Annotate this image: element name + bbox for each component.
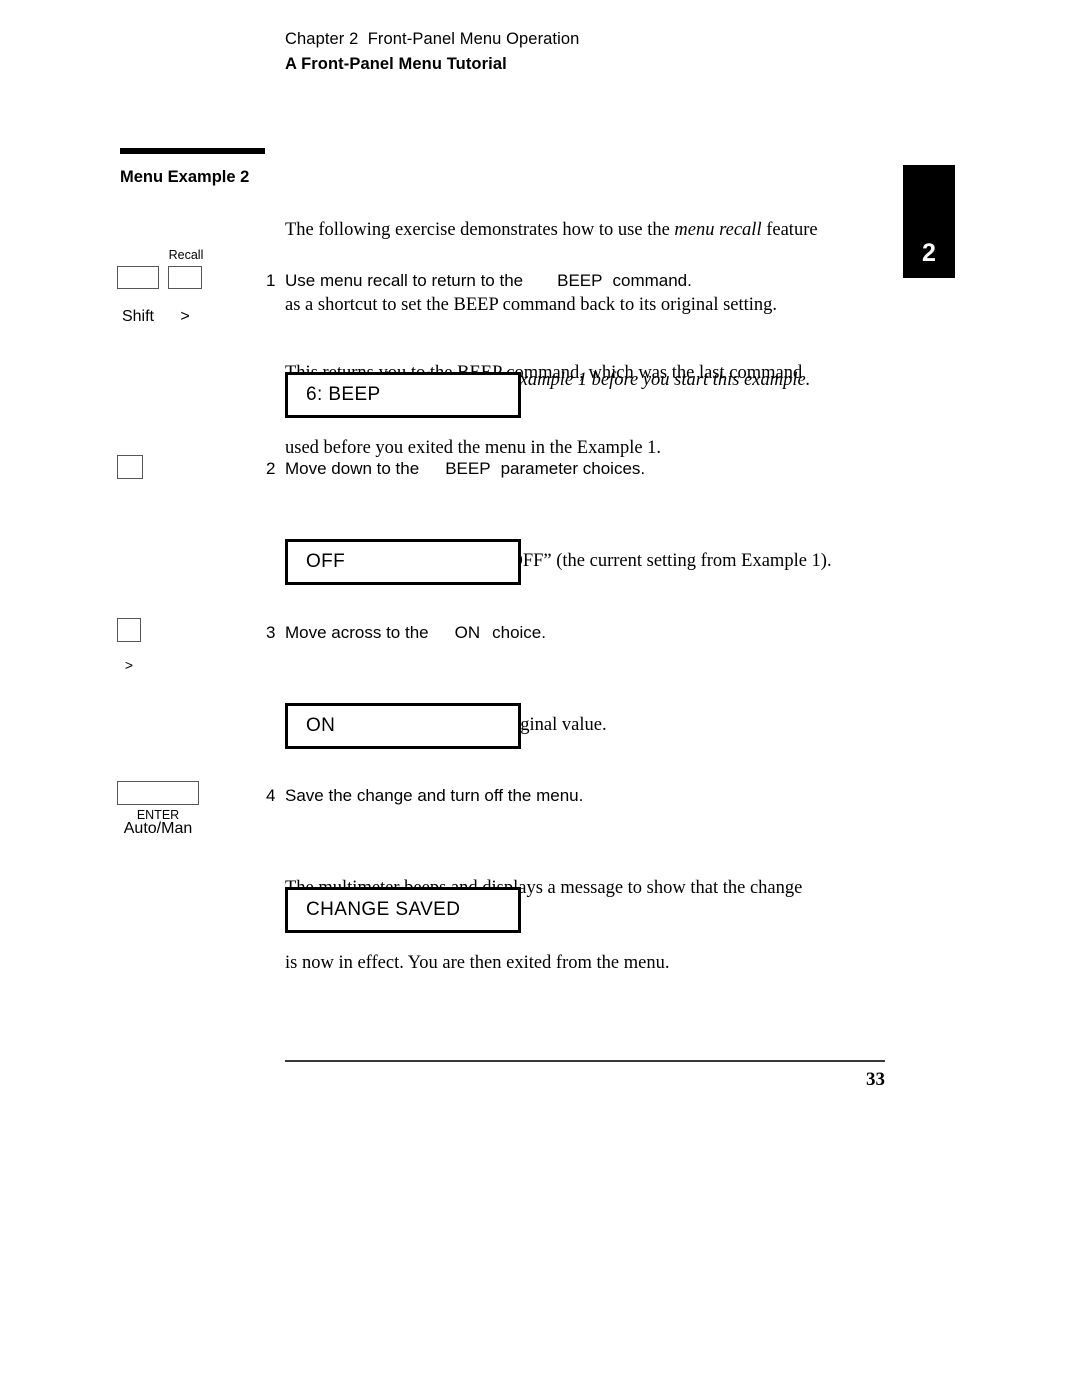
sidehead-rule — [120, 148, 265, 154]
keycap-recall-right-arrow-label: > — [180, 308, 190, 325]
step-2-text-b: parameter choices. — [500, 459, 646, 478]
keycap-auto-man[interactable]: Auto/Man — [117, 781, 199, 837]
step-1-body-line-2: used before you exited the menu in the E… — [285, 438, 662, 458]
step-number-3: 3 — [266, 623, 276, 642]
keycap-shift-label: Shift — [121, 308, 154, 325]
step-number-4: 4 — [266, 786, 276, 805]
step-1-text-b: command. — [612, 271, 692, 290]
lcd-display-on: ON — [285, 703, 521, 749]
step-text-4: Save the change and turn off the menu. — [285, 786, 583, 806]
step-1-text-a: Use menu recall to return to the — [285, 271, 524, 290]
intro-line-1: The following exercise demonstrates how … — [285, 218, 818, 243]
header-section-title: A Front-Panel Menu Tutorial — [285, 55, 507, 73]
step-3-text-a: Move across to the — [285, 623, 429, 642]
step-text-2: Move down to the BEEP parameter choices. — [285, 459, 645, 479]
keycap-right-arrow[interactable]: > — [117, 618, 141, 673]
step-2-text-a: Move down to the — [285, 459, 420, 478]
step-4-text-a: Save the change and turn off the menu. — [285, 786, 584, 805]
lcd-display-beep: 6: BEEP — [285, 372, 521, 418]
step-4-body-line-2: is now in effect. You are then exited fr… — [285, 953, 670, 973]
footer-rule — [285, 1060, 885, 1062]
sidehead-menu-example: Menu Example 2 — [120, 168, 250, 186]
step-text-3: Move across to the ON choice. — [285, 623, 546, 643]
intro-line-1-part-a: The following exercise demonstrates how … — [285, 220, 675, 240]
lcd-display-on-text: ON — [306, 715, 336, 736]
keycap-recall-right-arrow[interactable]: > — [168, 266, 202, 325]
keycap-down-arrow[interactable] — [117, 455, 143, 479]
step-3-mono-token: ON — [454, 623, 481, 642]
intro-line-1-italic: menu recall — [674, 220, 762, 240]
chapter-tab-number: 2 — [922, 239, 936, 267]
intro-line-1-part-b: feature — [761, 220, 818, 240]
step-text-1: Use menu recall to return to the BEEP comm… — [285, 271, 692, 291]
step-1-mono-token: BEEP — [557, 271, 603, 290]
lcd-display-off: OFF — [285, 539, 521, 585]
page-number: 33 — [866, 1069, 885, 1090]
key-label-recall: Recall — [168, 248, 204, 262]
step-number-1: 1 — [266, 271, 276, 290]
key-label-enter: ENTER — [136, 808, 180, 822]
lcd-display-beep-text: 6: BEEP — [306, 384, 381, 405]
lcd-display-off-text: OFF — [306, 551, 346, 572]
step-3-text-b: choice. — [492, 623, 546, 642]
step-number-2: 2 — [266, 459, 276, 478]
lcd-display-change-saved: CHANGE SAVED — [285, 887, 521, 933]
header-chapter-line: Chapter 2 Front-Panel Menu Operation — [285, 30, 580, 48]
keycap-right-arrow-label: > — [124, 657, 134, 673]
keycap-shift[interactable]: Shift — [117, 266, 159, 325]
lcd-display-change-saved-text: CHANGE SAVED — [306, 899, 461, 920]
step-2-mono-token: BEEP — [445, 459, 491, 478]
chapter-thumb-tab: 2 — [903, 165, 955, 278]
